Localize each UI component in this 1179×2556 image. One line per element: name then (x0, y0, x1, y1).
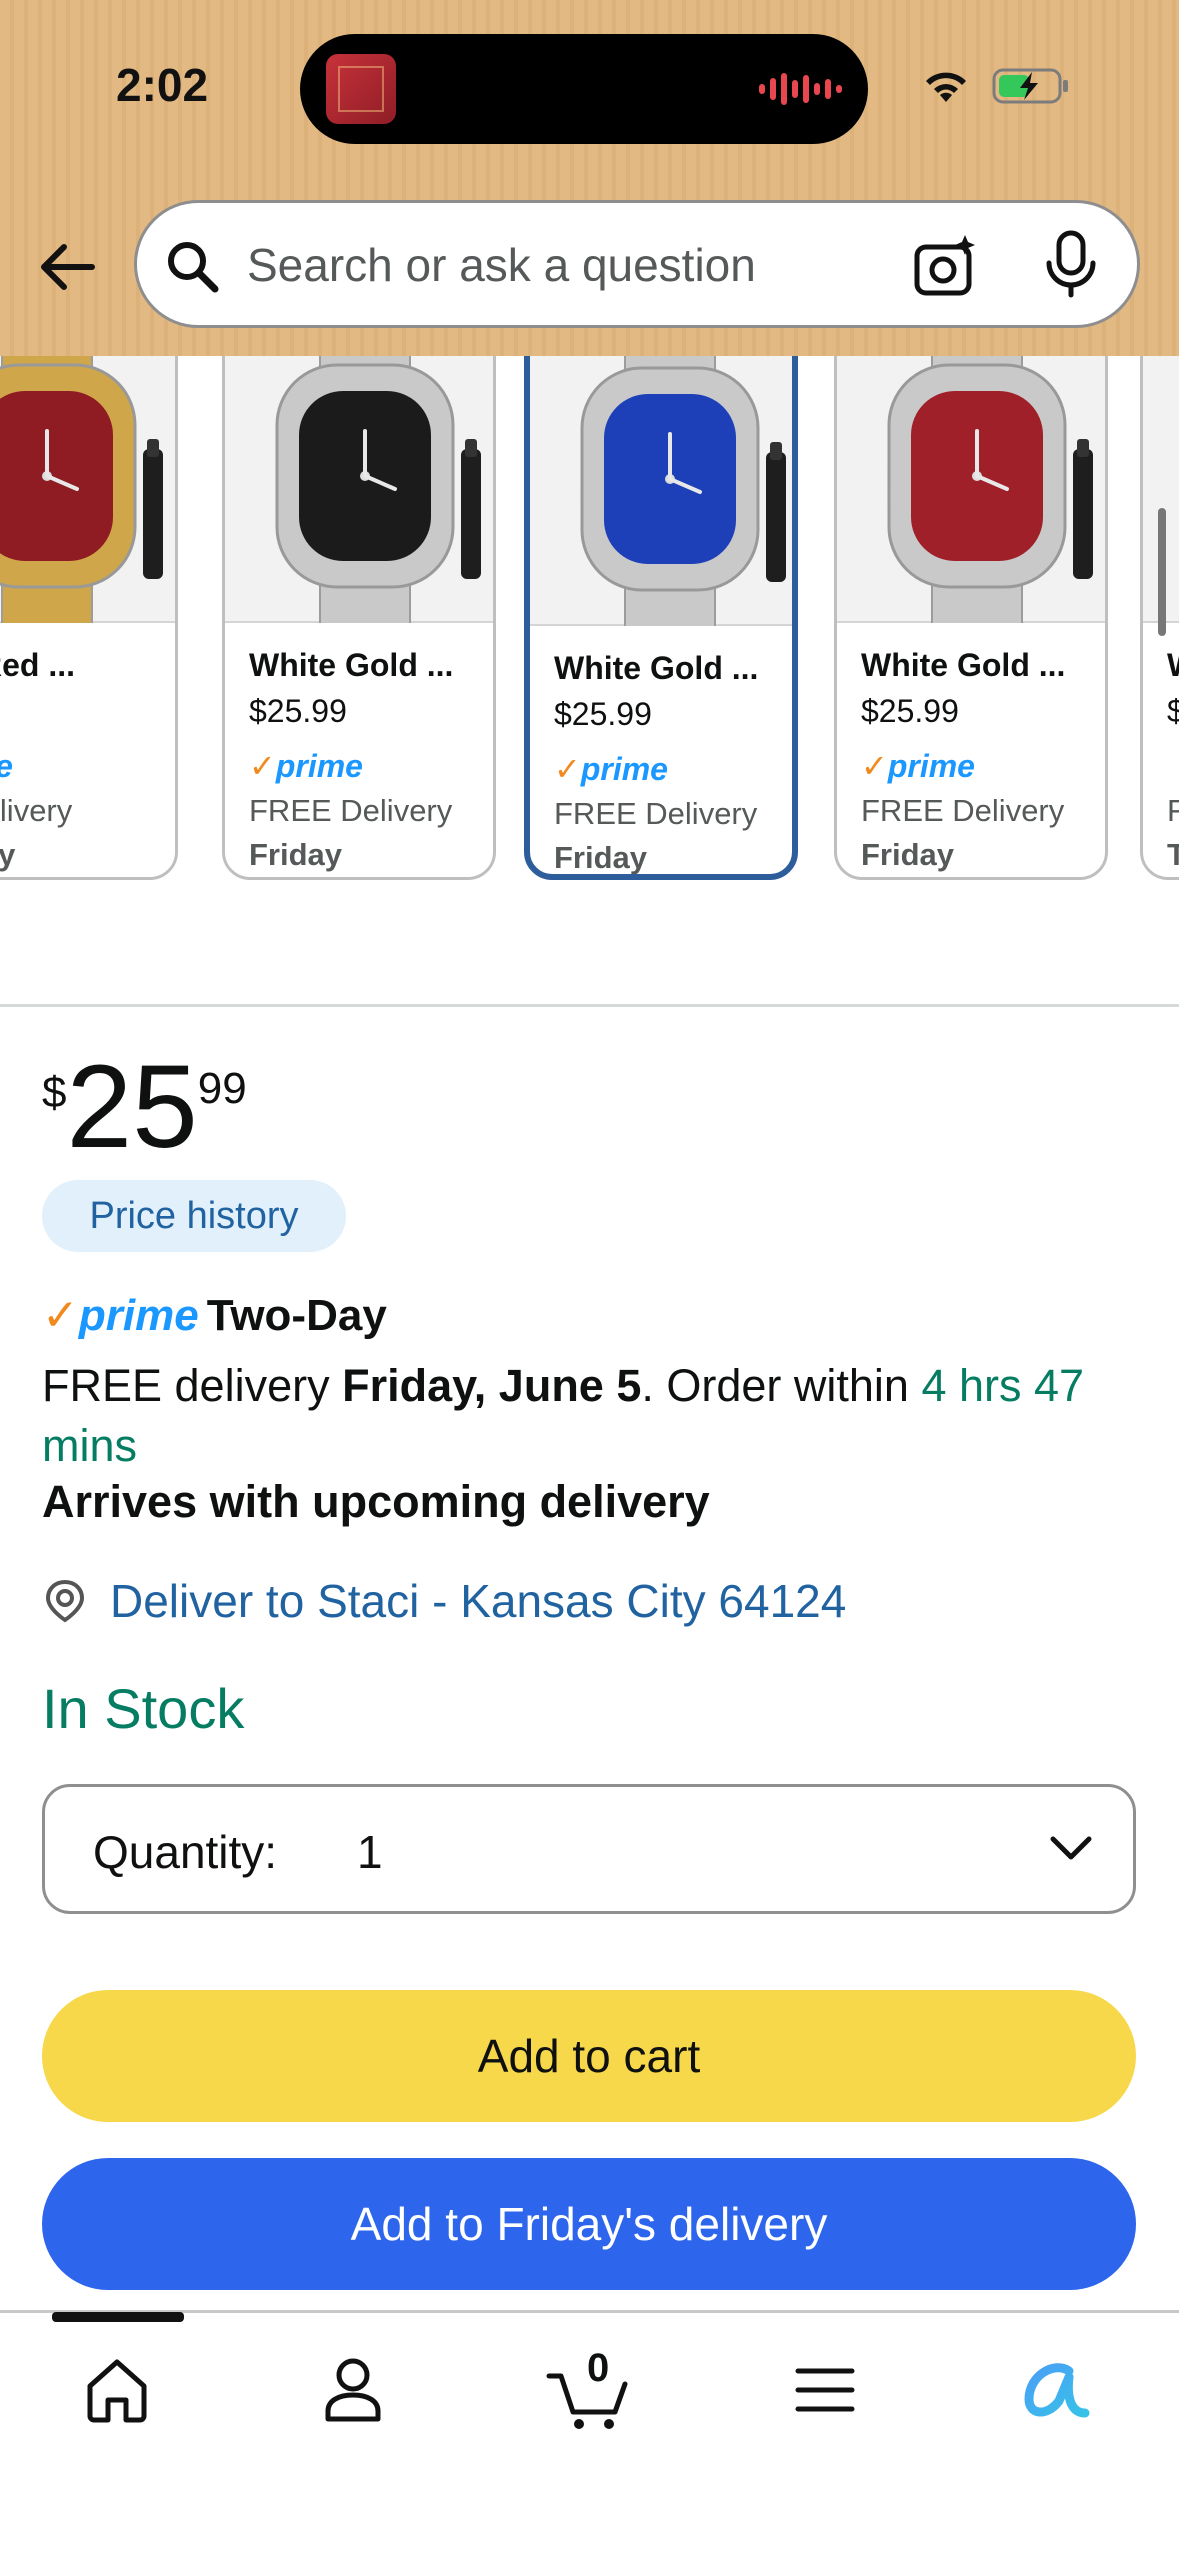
product-variant-carousel[interactable]: d - Red ....99✓imeE DeliveryurdayWhite G… (0, 356, 1179, 930)
card-delivery: E Delivery (0, 793, 73, 828)
quantity-value: 1 (357, 1826, 383, 1878)
scrollbar[interactable] (1158, 508, 1166, 636)
card-title: White Gold ... (861, 647, 1066, 683)
card-delivery-day: Friday (861, 837, 955, 872)
price-whole: 25 (66, 1041, 198, 1173)
card-prime-badge: ✓ime (0, 747, 13, 785)
arrives-note: Arrives with upcoming delivery (42, 1476, 710, 1527)
carousel-card[interactable]: White Gold ... $25.99 ✓prime FREE Delivery F… (524, 356, 798, 880)
card-delivery-day: T (1167, 837, 1179, 873)
home-icon (87, 2359, 147, 2423)
card-prime-badge: ✓prime (554, 751, 668, 787)
menu-icon (795, 2368, 855, 2412)
price-currency: $ (42, 1068, 67, 1117)
card-delivery-day: Friday (249, 837, 343, 872)
product-price: $ 25 99 (42, 1048, 247, 1166)
card-price: $25.99 (249, 693, 347, 729)
active-tab-indicator (52, 2312, 184, 2322)
search-input[interactable] (247, 233, 887, 297)
search-bar[interactable] (134, 200, 1140, 328)
tab-cart[interactable]: 0 (534, 2340, 644, 2440)
price-history-button[interactable]: Price history (42, 1180, 346, 1252)
location-pin-icon (45, 1579, 85, 1623)
header-bar: 2:02 (0, 0, 1179, 356)
carousel-card[interactable]: White Gold ... $25.99 ✓prime FREE Delivery F… (222, 356, 496, 880)
card-title: White Gold ... (249, 647, 454, 683)
product-thumbnail (0, 356, 175, 623)
product-thumbnail (225, 356, 493, 623)
card-price: $25.99 (554, 696, 652, 732)
section-divider (0, 1004, 1179, 1007)
carousel-card[interactable]: White Gold ... $25.99 ✓prime FREE Delivery F… (834, 356, 1108, 880)
dynamic-island[interactable] (300, 34, 868, 144)
wifi-icon (926, 72, 966, 102)
card-delivery-day: urday (0, 837, 15, 873)
card-delivery: FREE Delivery (861, 793, 1065, 828)
product-thumbnail (530, 356, 792, 626)
price-fraction: 99 (197, 1064, 247, 1113)
cart-icon (546, 2373, 628, 2429)
card-price: $25.99 (861, 693, 959, 729)
audio-waveform-icon (759, 72, 842, 106)
deliver-to-text: Deliver to Staci - Kansas City 64124 (110, 1575, 847, 1627)
card-title: d - Red ... (0, 647, 75, 683)
card-title: White Gold ... (554, 650, 759, 686)
add-to-cart-button[interactable]: Add to cart (42, 1990, 1136, 2122)
stock-status: In Stock (42, 1677, 245, 1740)
microphone-icon[interactable] (1041, 229, 1101, 301)
card-price: $ (1167, 693, 1179, 730)
card-prime-badge: ✓prime (861, 748, 975, 784)
tab-rufus[interactable] (1004, 2340, 1114, 2440)
chevron-down-icon (1050, 1836, 1092, 1860)
quantity-dropdown[interactable]: Quantity: 1 (42, 1784, 1136, 1914)
search-icon (168, 242, 219, 293)
card-prime-badge: ✓prime (249, 748, 363, 784)
account-icon (325, 2358, 381, 2422)
now-playing-artwork (326, 54, 396, 124)
prime-logo: ✓prime (42, 1291, 199, 1340)
delivery-date: Friday, June 5 (342, 1360, 642, 1411)
card-delivery: FREE Delivery (554, 796, 758, 831)
delivery-middle: . Order within (641, 1360, 922, 1411)
tab-menu[interactable] (770, 2340, 880, 2440)
add-to-delivery-button[interactable]: Add to Friday's delivery (42, 2158, 1136, 2290)
quantity-label: Quantity: (93, 1826, 278, 1878)
card-delivery: F (1167, 793, 1179, 829)
camera-search-icon[interactable] (913, 233, 979, 299)
card-delivery-day: Friday (554, 840, 648, 875)
deliver-to-link[interactable]: Deliver to Staci - Kansas City 64124 (42, 1574, 846, 1628)
tab-account[interactable] (298, 2340, 408, 2440)
delivery-message: FREE delivery Friday, June 5. Order with… (42, 1356, 1142, 1476)
tab-home[interactable] (62, 2340, 172, 2440)
back-arrow-icon[interactable] (32, 232, 102, 302)
card-delivery: FREE Delivery (249, 793, 453, 828)
delivery-prefix: FREE delivery (42, 1360, 343, 1411)
card-title: W (1167, 647, 1179, 684)
carousel-card[interactable]: d - Red ....99✓imeE Deliveryurday (0, 356, 178, 880)
status-time: 2:02 (116, 59, 209, 111)
product-thumbnail (837, 356, 1105, 623)
battery-charging-icon (992, 68, 1068, 104)
prime-delivery-badge: ✓prime Two-Day (42, 1290, 387, 1341)
rufus-icon (1024, 2363, 1090, 2418)
prime-tag: Two-Day (206, 1290, 387, 1340)
